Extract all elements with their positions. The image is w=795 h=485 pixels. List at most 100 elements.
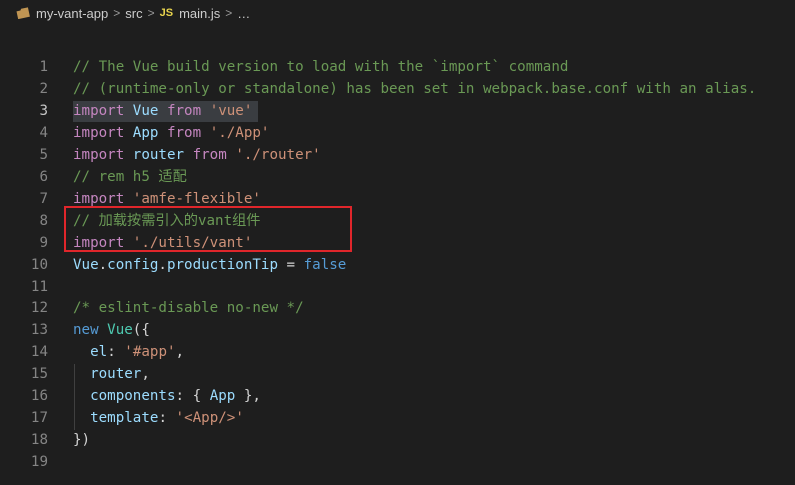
- code-token: el: [90, 344, 108, 361]
- code-token: import: [73, 146, 125, 163]
- code-token: App: [132, 124, 159, 141]
- code-line[interactable]: 16 components: { App },: [0, 385, 795, 407]
- chevron-right-icon: >: [225, 6, 233, 20]
- code-text: el: '#app',: [73, 341, 184, 363]
- code-token: import: [73, 124, 125, 141]
- line-number: 5: [39, 146, 48, 163]
- code-text: components: { App },: [73, 385, 261, 407]
- code-token: ,: [141, 366, 150, 383]
- code-line[interactable]: 6 // rem h5 适配: [0, 166, 795, 188]
- code-line[interactable]: 1 // The Vue build version to load with t…: [0, 56, 795, 78]
- code-token: ({: [132, 322, 150, 339]
- code-text: Vue.config.productionTip = false: [73, 254, 346, 276]
- breadcrumb: my-vant-app > src > JS main.js > …: [0, 0, 795, 26]
- chevron-right-icon: >: [147, 6, 155, 20]
- code-line[interactable]: 11: [0, 276, 795, 298]
- code-line[interactable]: 4 import App from './App': [0, 122, 795, 144]
- code-token: './router': [235, 146, 321, 163]
- line-number: 18: [30, 432, 48, 449]
- code-token: .: [98, 256, 108, 273]
- code-line[interactable]: 2 // (runtime-only or standalone) has bee…: [0, 78, 795, 100]
- code-token: Vue: [132, 102, 159, 119]
- code-token: productionTip: [166, 256, 279, 273]
- line-number: 19: [30, 454, 48, 471]
- chevron-right-icon: >: [113, 6, 121, 20]
- code-line[interactable]: 13 new Vue({: [0, 319, 795, 341]
- code-token: },: [235, 388, 261, 405]
- code-line[interactable]: 3 import Vue from 'vue': [0, 100, 795, 122]
- code-token: 'vue': [209, 102, 253, 119]
- code-text: template: '<App/>': [73, 407, 244, 429]
- code-token: // rem h5 适配: [73, 168, 187, 185]
- code-token: :: [107, 344, 125, 361]
- js-file-icon: JS: [159, 7, 174, 19]
- line-number: 15: [30, 366, 48, 383]
- breadcrumb-more[interactable]: …: [237, 6, 250, 21]
- folder-icon: [16, 7, 30, 19]
- code-token: '#app': [124, 344, 176, 361]
- line-number: 14: [30, 344, 48, 361]
- code-token: Vue: [107, 322, 133, 339]
- code-line[interactable]: 10 Vue.config.productionTip = false: [0, 254, 795, 276]
- code-token: from: [192, 146, 227, 163]
- code-text: // (runtime-only or standalone) has been…: [73, 78, 756, 100]
- code-text: router,: [73, 363, 150, 385]
- code-text: }): [73, 429, 90, 451]
- breadcrumb-folder[interactable]: src: [125, 6, 142, 21]
- code-line[interactable]: 5 import router from './router': [0, 144, 795, 166]
- line-number: 17: [30, 410, 48, 427]
- code-text: new Vue({: [73, 319, 150, 341]
- code-line[interactable]: 18}): [0, 429, 795, 451]
- code-token: from: [166, 102, 202, 119]
- code-text: import App from './App': [73, 122, 269, 144]
- line-number: 12: [30, 300, 48, 317]
- code-token: : {: [175, 388, 210, 405]
- code-line[interactable]: 12 /* eslint-disable no-new */: [0, 297, 795, 319]
- code-text: /* eslint-disable no-new */: [73, 297, 304, 319]
- code-token: ,: [175, 344, 185, 361]
- line-number: 3: [39, 102, 48, 119]
- code-text: import router from './router': [73, 144, 321, 166]
- code-line[interactable]: 17 template: '<App/>': [0, 407, 795, 429]
- code-line[interactable]: 15 router,: [0, 363, 795, 385]
- breadcrumb-file[interactable]: main.js: [179, 6, 220, 21]
- code-line[interactable]: 14 el: '#app',: [0, 341, 795, 363]
- code-token: // The Vue build version to load with th…: [73, 59, 569, 75]
- code-token: 'amfe-flexible': [132, 190, 261, 207]
- annotation-box: [64, 206, 352, 252]
- code-token: .: [158, 256, 167, 273]
- code-text: import Vue from 'vue': [73, 100, 252, 122]
- line-number: 7: [39, 190, 48, 207]
- code-token: false: [303, 256, 347, 273]
- line-number: 16: [30, 388, 48, 405]
- code-token: App: [209, 388, 236, 405]
- code-token: template: [90, 410, 159, 427]
- line-number: 2: [39, 80, 48, 97]
- code-line[interactable]: 19: [0, 451, 795, 473]
- code-token: components: [90, 388, 176, 405]
- code-token: config: [107, 256, 159, 273]
- breadcrumb-project[interactable]: my-vant-app: [36, 6, 108, 21]
- code-text: // The Vue build version to load with th…: [73, 56, 568, 78]
- code-token: new: [73, 322, 99, 339]
- line-number: 4: [39, 124, 48, 141]
- code-token: from: [166, 124, 202, 141]
- code-token: './App': [209, 124, 270, 141]
- code-token: // (runtime-only or standalone) has been…: [73, 80, 757, 97]
- code-token: import: [73, 190, 125, 207]
- code-editor[interactable]: 1 // The Vue build version to load with t…: [0, 56, 795, 476]
- code-token: router: [90, 366, 142, 383]
- code-token: /* eslint-disable no-new */: [73, 300, 304, 317]
